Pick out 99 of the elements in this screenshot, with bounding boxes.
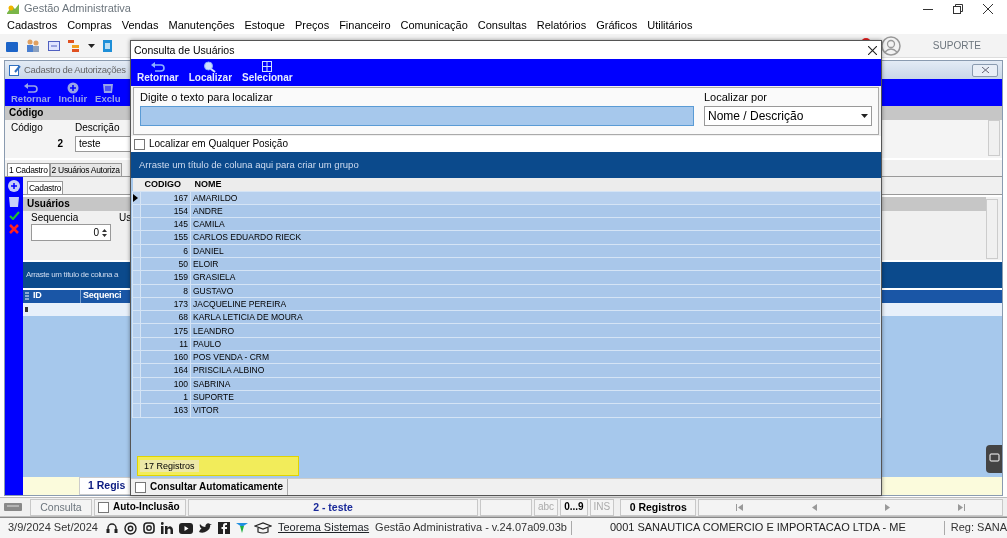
folder-icon[interactable]: [6, 39, 18, 52]
menu-item[interactable]: Estoque: [244, 18, 285, 33]
people-icon[interactable]: [26, 38, 40, 53]
linkedin-icon[interactable]: [161, 522, 173, 534]
pointer-icon: [133, 193, 138, 202]
close-icon: [981, 67, 989, 73]
form-close-button[interactable]: [972, 63, 998, 77]
field-label: Localizar por: [704, 91, 768, 105]
scrollbar[interactable]: [986, 199, 998, 259]
form-title: Cadastro de Autorizações: [24, 64, 126, 76]
field-label: Sequencia: [31, 212, 80, 224]
company-name: 0001 SANAUTICA COMERCIO E IMPORTACAO LTDA - ME: [608, 521, 907, 535]
window-title: Gestão Administrativa: [24, 1, 131, 16]
bird-icon[interactable]: [199, 522, 212, 534]
menu-item[interactable]: Consultas: [477, 18, 527, 33]
menu-item[interactable]: Relatórios: [536, 18, 587, 33]
select-field[interactable]: Nome / Descrição: [704, 106, 872, 127]
menu-item[interactable]: Cadastros: [7, 18, 58, 33]
toolbar-button[interactable]: Retornar: [9, 81, 53, 104]
group-hint: Arraste um título de coluna aqui para criar um grupo: [139, 159, 359, 171]
menu-item[interactable]: Financeiro: [339, 18, 391, 33]
checkbox[interactable]: Localizar em Qualquer Posição: [134, 138, 288, 150]
app-logo-icon: [6, 2, 20, 15]
column-header[interactable]: NOME: [190, 178, 881, 191]
form-icon: [9, 64, 21, 76]
user-name[interactable]: SUPORTE: [932, 39, 981, 52]
menu-item[interactable]: Vendas: [121, 18, 159, 33]
menu-item[interactable]: Utilitários: [647, 18, 693, 33]
return-icon: [150, 61, 165, 74]
record-count: 0 Registros: [620, 498, 697, 516]
avatar-icon[interactable]: [880, 35, 901, 56]
keyboard-icon[interactable]: [4, 503, 22, 511]
status-indicator: abc: [534, 498, 559, 516]
brand-logo-icon[interactable]: [236, 523, 248, 533]
menu-item[interactable]: Comunicação: [400, 18, 468, 33]
column-chooser-icon[interactable]: [23, 290, 31, 303]
field-value: 2: [56, 137, 63, 150]
menu-item[interactable]: Manutenções: [168, 18, 235, 33]
close-button[interactable]: [868, 45, 877, 55]
tab[interactable]: 2 Usuários Autoriza: [49, 162, 122, 176]
headset-icon[interactable]: [106, 521, 118, 535]
close-icon[interactable]: [983, 3, 993, 14]
menu-item[interactable]: Preços: [294, 18, 330, 33]
delete-icon[interactable]: [9, 224, 19, 234]
table-cell: 167: [140, 191, 191, 205]
toolbar-button[interactable]: Localizar: [186, 61, 235, 84]
number-field[interactable]: 0: [31, 224, 111, 241]
next-icon[interactable]: [884, 503, 890, 511]
status-indicator: 0...9: [560, 498, 588, 516]
checkbox[interactable]: Consultar Automaticamente: [131, 479, 288, 495]
previous-icon[interactable]: [811, 503, 817, 511]
dialog-title: Consulta de Usuários: [134, 43, 235, 57]
hierarchy-icon[interactable]: [68, 39, 80, 52]
trash-icon[interactable]: [9, 196, 19, 207]
toolbar-button[interactable]: Exclu: [93, 81, 123, 104]
graduation-cap-icon[interactable]: [254, 522, 272, 534]
version-label: Gestão Administrativa - v.24.07a09.03b: [375, 521, 572, 535]
window-icon[interactable]: [48, 40, 60, 51]
menu-item[interactable]: Gráficos: [596, 18, 638, 33]
field-label: Código: [11, 122, 44, 134]
facebook-icon[interactable]: [218, 522, 230, 534]
field-label: Descrição: [75, 122, 121, 134]
tab[interactable]: 1 Cadastro: [7, 162, 50, 176]
record-count: 17 Registros: [140, 460, 199, 472]
restore-icon[interactable]: [953, 3, 963, 14]
spinner-icon[interactable]: [102, 227, 107, 238]
toolbar-button[interactable]: Retornar: [135, 61, 181, 84]
table-cell: AMARILDO: [190, 191, 881, 205]
record-label: 2 - teste: [188, 498, 478, 516]
close-icon: [868, 45, 877, 55]
dock-handle-icon[interactable]: [986, 445, 1002, 473]
document-icon[interactable]: [103, 39, 112, 52]
add-icon[interactable]: [8, 180, 20, 192]
search-icon: [203, 61, 218, 74]
field-label: Digite o texto para localizar: [140, 91, 274, 105]
toolbar-button[interactable]: Incluir: [56, 81, 90, 104]
group-hint: Arraste um título de coluna a: [26, 270, 119, 280]
return-icon: [23, 81, 38, 94]
checkbox[interactable]: Auto-Inclusão: [94, 498, 186, 516]
column-header[interactable]: CODIGO: [140, 178, 191, 191]
tab[interactable]: Cadastro: [27, 180, 64, 194]
instagram-icon[interactable]: [143, 522, 155, 534]
caret-icon[interactable]: [88, 43, 95, 48]
mode-label: Consulta: [30, 498, 92, 516]
youtube-icon[interactable]: [179, 522, 193, 534]
menu-item[interactable]: Compras: [67, 18, 112, 33]
status-indicator: INS: [589, 498, 615, 516]
company-link[interactable]: Teorema Sistemas: [278, 521, 370, 535]
toolbar-button[interactable]: Selecionar: [240, 61, 295, 84]
scrollbar[interactable]: [988, 120, 1000, 156]
last-icon[interactable]: [957, 503, 965, 511]
date-label: 3/9/2024 Set/2024: [8, 521, 99, 535]
search-field[interactable]: [140, 106, 694, 127]
first-icon[interactable]: [736, 503, 744, 511]
registration-label: Reg: SANA: [943, 521, 1007, 535]
row-selector[interactable]: [132, 191, 141, 205]
field-value: 0: [93, 226, 99, 239]
check-icon[interactable]: [8, 211, 20, 220]
grid-icon: [260, 61, 275, 74]
